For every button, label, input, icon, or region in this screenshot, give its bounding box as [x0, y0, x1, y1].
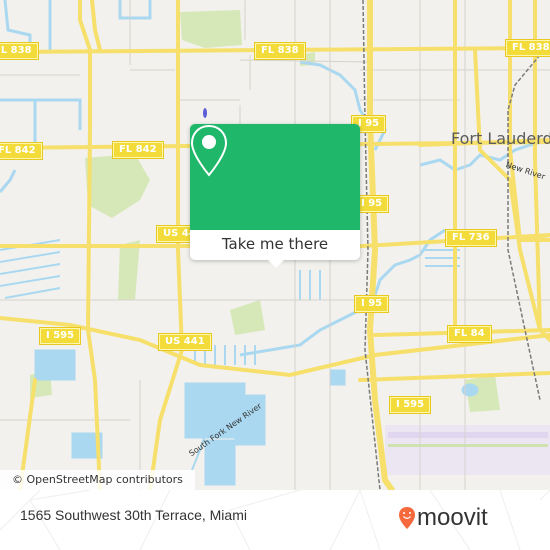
popup-header — [190, 124, 360, 230]
lake — [329, 369, 346, 386]
park — [118, 240, 140, 300]
shield-fl-736: FL 736 — [446, 230, 496, 246]
moovit-wordmark: moovit — [417, 504, 488, 531]
pond — [203, 108, 207, 118]
park — [180, 10, 242, 48]
shield-i-95: I 95 — [355, 296, 389, 312]
canal — [0, 98, 82, 130]
canals-residential — [0, 239, 61, 299]
park — [85, 154, 150, 218]
park — [230, 300, 265, 335]
runway-grass — [388, 444, 548, 447]
shield-fl-838: FL 838 — [506, 40, 550, 56]
shield-fl-838: FL 838 — [255, 43, 305, 59]
lake — [204, 439, 236, 486]
canal — [3, 0, 32, 45]
shield-fl-842: FL 842 — [0, 143, 42, 159]
road-ramp — [90, 0, 102, 52]
road-east — [508, 0, 550, 242]
lake — [34, 349, 76, 381]
location-popup: Take me there — [190, 124, 360, 268]
footer: 1565 Southwest 30th Terrace, Miami moovi… — [0, 490, 550, 550]
moovit-logo[interactable]: moovit — [398, 504, 488, 532]
moovit-pin-logo-icon — [399, 507, 415, 529]
shield-i-595: I 595 — [390, 397, 431, 413]
shield-fl-84: FL 84 — [448, 326, 491, 342]
airport — [385, 425, 550, 475]
shield-fl-838: FL 838 — [0, 43, 38, 59]
address-text: 1565 Southwest 30th Terrace, Miami — [20, 507, 247, 523]
runway — [388, 432, 548, 438]
canal — [118, 0, 152, 20]
canal — [0, 169, 17, 193]
canals-residential — [299, 270, 321, 300]
shield-fl-842: FL 842 — [113, 142, 163, 158]
take-me-there-button[interactable]: Take me there — [190, 230, 360, 260]
map[interactable]: FL 838 FL 838 FL 838 FL 842 FL 842 I 95 … — [0, 0, 550, 490]
road-i595-east — [358, 371, 550, 382]
map-attribution[interactable]: © OpenStreetMap contributors — [0, 470, 195, 490]
popup-tail — [268, 260, 284, 268]
map-pin-icon — [190, 124, 228, 177]
shield-us-441: US 441 — [159, 334, 211, 350]
city-label-fort-lauderdale: Fort Lauderdale — [451, 129, 550, 148]
pond — [461, 383, 479, 397]
shield-i-595: I 595 — [40, 328, 81, 344]
